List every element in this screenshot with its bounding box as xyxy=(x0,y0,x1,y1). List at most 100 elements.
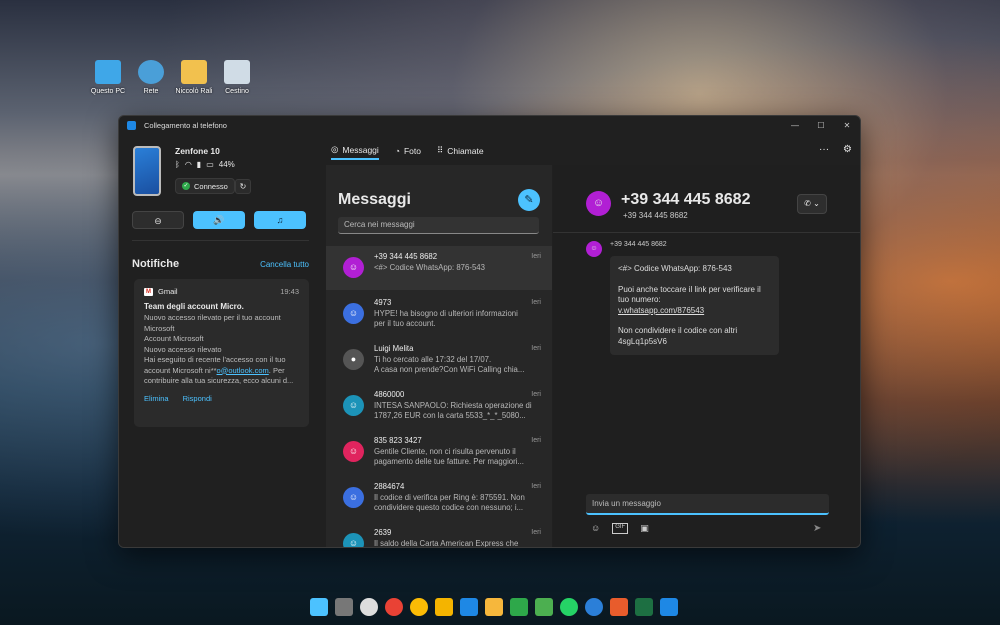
conversation-item[interactable]: ☺ 835 823 3427 Gentile Cliente, non ci r… xyxy=(326,430,552,474)
notification-app: Gmail xyxy=(158,287,178,296)
minimize-button[interactable]: — xyxy=(782,121,808,130)
image-icon[interactable]: ▣ xyxy=(640,523,649,534)
store-icon[interactable] xyxy=(485,598,503,616)
message-link[interactable]: v.whatsapp.com/876543 xyxy=(618,306,771,317)
send-icon[interactable]: ➤ xyxy=(813,523,821,534)
gif-icon[interactable]: GIF xyxy=(612,523,629,534)
conversation-item[interactable]: ☺ 2639 Il saldo della Carta American Exp… xyxy=(326,522,552,547)
conversation-item[interactable]: ● Luigi Melita Ti ho cercato alle 17:32 … xyxy=(326,338,552,382)
conversation-name: Luigi Melita xyxy=(374,344,414,353)
phone-link-icon[interactable] xyxy=(660,598,678,616)
message-text: <#> Codice WhatsApp: 876-543 xyxy=(618,264,732,273)
more-options-icon[interactable]: ··· xyxy=(819,144,829,155)
excel-icon[interactable] xyxy=(635,598,653,616)
conversation-item[interactable]: ☺ 4860000 INTESA SANPAOLO: Richiesta ope… xyxy=(326,384,552,428)
title-bar[interactable]: Collegamento al telefono — ☐ ✕ xyxy=(119,116,860,134)
signal-app-icon[interactable] xyxy=(585,598,603,616)
conversation-preview: 1787,26 EUR con la carta 5533_*_*_5080..… xyxy=(374,411,526,420)
conversation-name: 4973 xyxy=(374,298,392,307)
recycle-bin-icon xyxy=(224,60,250,84)
start-icon[interactable] xyxy=(310,598,328,616)
maps-icon[interactable] xyxy=(535,598,553,616)
photo-icon: ◔ xyxy=(394,145,400,156)
contact-photo-avatar: ● xyxy=(343,349,364,370)
desktop-icon-cestino[interactable]: Cestino xyxy=(212,60,262,95)
chrome-icon[interactable] xyxy=(385,598,403,616)
network-icon xyxy=(138,60,164,84)
conversation-subtitle: +39 344 445 8682 xyxy=(623,211,688,220)
contact-avatar-icon: ☺ xyxy=(586,191,611,216)
trello-icon[interactable] xyxy=(460,598,478,616)
tab-messaggi[interactable]: ◎ Messaggi xyxy=(331,144,379,160)
notification-line: Nuovo accesso rilevato xyxy=(144,344,222,354)
search-icon[interactable] xyxy=(360,598,378,616)
battery-icon: ▭ xyxy=(206,160,214,169)
notification-time: 19:43 xyxy=(280,287,299,296)
conversation-date: Ieri xyxy=(531,345,541,352)
conversation-name: 2639 xyxy=(374,528,392,537)
task-view-icon[interactable] xyxy=(335,598,353,616)
contact-avatar-icon: ☺ xyxy=(343,533,364,547)
conversation-preview: A casa non prende?Con WiFi Calling chia.… xyxy=(374,365,525,374)
chrome-icon[interactable] xyxy=(410,598,428,616)
conversation-item[interactable]: ☺ 4973 HYPE! ha bisogno di ulteriori inf… xyxy=(326,292,552,336)
message-bubble[interactable]: <#> Codice WhatsApp: 876-543 Puoi anche … xyxy=(610,256,779,355)
delete-link[interactable]: Elimina xyxy=(144,394,169,403)
emoji-icon[interactable]: ☺ xyxy=(591,523,600,534)
notification-email-link[interactable]: o@outlook.com xyxy=(217,366,269,375)
tab-chiamate[interactable]: ⠿ Chiamate xyxy=(437,144,484,160)
check-icon: ✓ xyxy=(182,182,190,190)
close-button[interactable]: ✕ xyxy=(834,121,860,130)
media-button[interactable]: ♫ xyxy=(254,211,306,229)
file-explorer-icon[interactable] xyxy=(435,598,453,616)
office-app-icon[interactable] xyxy=(610,598,628,616)
conversation-item[interactable]: ☺ +39 344 445 8682 <#> Codice WhatsApp: … xyxy=(326,246,552,290)
chat-icon: ◎ xyxy=(331,144,339,154)
message-text: Non condividere il codice con altri xyxy=(618,326,738,335)
call-button[interactable]: ✆ ⌄ xyxy=(797,194,827,214)
notification-line: Account Microsoft xyxy=(144,334,204,343)
computer-icon xyxy=(95,60,121,84)
conversation-item[interactable]: ☺ 2884674 Il codice di verifica per Ring… xyxy=(326,476,552,520)
divider xyxy=(553,232,860,233)
maximize-button[interactable]: ☐ xyxy=(808,121,834,130)
reply-link[interactable]: Rispondi xyxy=(183,394,212,403)
conversation-preview: pagamento delle tue fatture. Per maggior… xyxy=(374,457,524,466)
notification-card[interactable]: M Gmail 19:43 Team degli account Micro. … xyxy=(134,279,309,427)
wifi-icon: ◠ xyxy=(184,160,192,169)
conversation-preview: Ti ho cercato alle 17:32 del 17/07. xyxy=(374,355,492,364)
tab-label: Chiamate xyxy=(447,145,484,156)
conversation-name: 2884674 xyxy=(374,482,405,491)
signal-icon: ▮ xyxy=(196,160,202,169)
notifications-title: Notifiche xyxy=(132,258,180,270)
tab-bar: ◎ Messaggi ◔ Foto ⠿ Chiamate xyxy=(331,144,484,160)
message-input[interactable]: Invia un messaggio xyxy=(586,494,829,515)
clear-all-link[interactable]: Cancella tutto xyxy=(260,260,309,269)
connection-status[interactable]: ✓ Connesso xyxy=(175,178,235,194)
whatsapp-icon[interactable] xyxy=(560,598,578,616)
gmail-icon: M xyxy=(144,287,153,296)
refresh-icon[interactable]: ↻ xyxy=(235,179,251,194)
window-title: Collegamento al telefono xyxy=(144,120,227,130)
tab-foto[interactable]: ◔ Foto xyxy=(395,144,421,160)
search-input[interactable]: Cerca nei messaggi xyxy=(338,217,539,234)
audio-button[interactable]: 🔊 xyxy=(193,211,245,229)
conversation-date: Ieri xyxy=(531,391,541,398)
conversation-name: 835 823 3427 xyxy=(374,436,422,445)
conversation-date: Ieri xyxy=(531,529,541,536)
tab-label: Foto xyxy=(403,145,421,156)
conversation-preview: Il codice di verifica per Ring è: 875591… xyxy=(374,493,525,502)
contact-avatar-icon: ☺ xyxy=(343,257,364,278)
conversation-date: Ieri xyxy=(531,253,541,260)
dialpad-icon: ⠿ xyxy=(436,145,444,155)
connection-label: Connesso xyxy=(194,181,228,191)
folder-icon xyxy=(181,60,207,84)
message-text: 4sgLq1p5sV6 xyxy=(618,336,667,346)
settings-icon[interactable]: ⚙ xyxy=(843,144,852,155)
tab-label: Messaggi xyxy=(342,144,379,155)
compose-button[interactable]: ✎ xyxy=(518,189,540,211)
message-sender: +39 344 445 8682 xyxy=(610,241,667,248)
do-not-disturb-button[interactable]: ⊖ xyxy=(132,211,184,229)
meet-icon[interactable] xyxy=(510,598,528,616)
conversation-preview: per il tuo account. xyxy=(374,319,436,328)
